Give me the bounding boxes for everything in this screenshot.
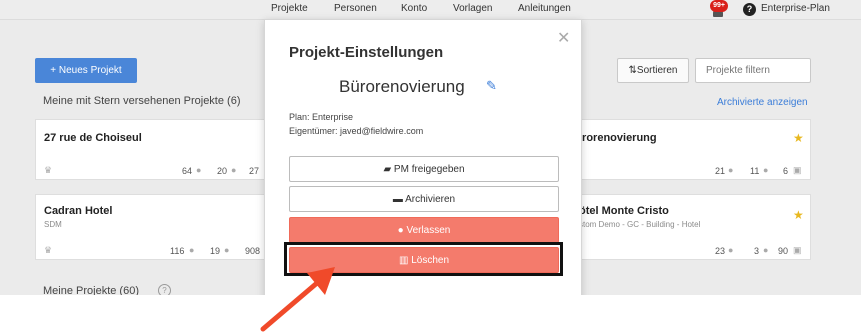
project-card[interactable]: ırorenovierung ★ 21 ● 11 ● 6 ▣ — [560, 119, 811, 180]
project-card-subtitle: stom Demo - GC - Building - Hotel — [579, 220, 701, 229]
project-card-title: ötel Monte Cristo — [579, 205, 669, 217]
leave-button[interactable]: ● Verlassen — [289, 217, 559, 243]
star-icon[interactable]: ★ — [793, 208, 804, 222]
folder-icon: ▬ — [392, 194, 406, 205]
stat-sheets: 6 — [783, 166, 789, 176]
plan-menu[interactable]: Enterprise-Plan — [761, 3, 830, 14]
marker-icon: ● — [189, 245, 195, 255]
stat-people: 11 — [750, 166, 760, 176]
close-icon[interactable]: ✕ — [557, 28, 570, 48]
crown-icon: ♛ — [44, 245, 53, 255]
my-projects-title: Meine Projekte (60) — [43, 285, 139, 295]
stat-tasks: 21 — [715, 166, 726, 176]
user-icon: ● — [763, 165, 769, 175]
project-card[interactable]: Cadran Hotel SDM ♛ 116 ● 19 ● 908 — [35, 194, 270, 260]
owner-line: Eigentümer: javed@fieldwire.com — [289, 126, 424, 136]
project-card[interactable]: 27 rue de Choiseul ♛ 64 ● 20 ● 27 — [35, 119, 270, 180]
new-project-button[interactable]: + Neues Projekt — [35, 58, 137, 83]
user-icon: ● — [224, 245, 230, 255]
stat-people: 20 — [217, 166, 228, 176]
sheet-icon: ▣ — [793, 245, 802, 255]
project-card-title: Cadran Hotel — [44, 205, 113, 217]
star-icon[interactable]: ★ — [793, 131, 804, 145]
stat-sheets: 90 — [778, 246, 789, 256]
project-card-title: ırorenovierung — [579, 132, 657, 144]
annotation-arrow-icon — [260, 267, 335, 332]
nav-people[interactable]: Personen — [334, 3, 377, 14]
user-icon: ● — [231, 165, 237, 175]
sort-button[interactable]: ⇅Sortieren — [617, 58, 689, 83]
info-icon[interactable]: ? — [158, 284, 171, 295]
help-icon[interactable]: ? — [743, 3, 756, 16]
project-name: Bürorenovierung — [339, 77, 465, 96]
crown-icon: ♛ — [44, 165, 53, 175]
sort-icon: ⇅ — [628, 65, 637, 76]
show-archived-link[interactable]: Archivierte anzeigen — [717, 97, 808, 108]
sheet-icon: ▣ — [793, 165, 802, 175]
pencil-icon[interactable]: ✎ — [486, 78, 497, 94]
plan-line: Plan: Enterprise — [289, 112, 354, 122]
archive-label: Archivieren — [405, 194, 456, 205]
project-card[interactable]: ötel Monte Cristo stom Demo - GC - Build… — [560, 194, 811, 260]
stat-tasks: 23 — [715, 246, 726, 256]
stat-people: 19 — [210, 246, 221, 256]
modal-title: Projekt-Einstellungen — [289, 44, 444, 61]
pm-shared-label: PM freigegeben — [393, 164, 465, 175]
archive-button[interactable]: ▬ Archivieren — [289, 186, 559, 212]
stat-people: 3 — [754, 246, 760, 256]
nav-projects[interactable]: Projekte — [271, 3, 308, 14]
pm-shared-button[interactable]: ▰ PM freigegeben — [289, 156, 559, 182]
user-icon: ● — [763, 245, 769, 255]
nav-guides[interactable]: Anleitungen — [518, 3, 571, 14]
stat-tasks: 64 — [182, 166, 193, 176]
notification-badge[interactable]: 99+ — [710, 0, 728, 12]
marker-icon: ● — [728, 245, 734, 255]
starred-projects-title: Meine mit Stern versehenen Projekte (6) — [43, 95, 241, 107]
top-navigation: Projekte Personen Konto Vorlagen Anleitu… — [0, 0, 861, 20]
marker-icon: ● — [196, 165, 202, 175]
project-card-title: 27 rue de Choiseul — [44, 132, 142, 144]
project-filter-input[interactable] — [695, 58, 811, 83]
project-card-subtitle: SDM — [44, 220, 62, 229]
stat-tasks: 116 — [170, 246, 185, 256]
stat-sheets: 27 — [249, 166, 260, 176]
nav-account[interactable]: Konto — [401, 3, 427, 14]
leave-label: Verlassen — [406, 225, 451, 236]
briefcase-icon: ▰ — [383, 164, 394, 175]
marker-icon: ● — [728, 165, 734, 175]
nav-templates[interactable]: Vorlagen — [453, 3, 492, 14]
sort-label: Sortieren — [636, 65, 678, 76]
